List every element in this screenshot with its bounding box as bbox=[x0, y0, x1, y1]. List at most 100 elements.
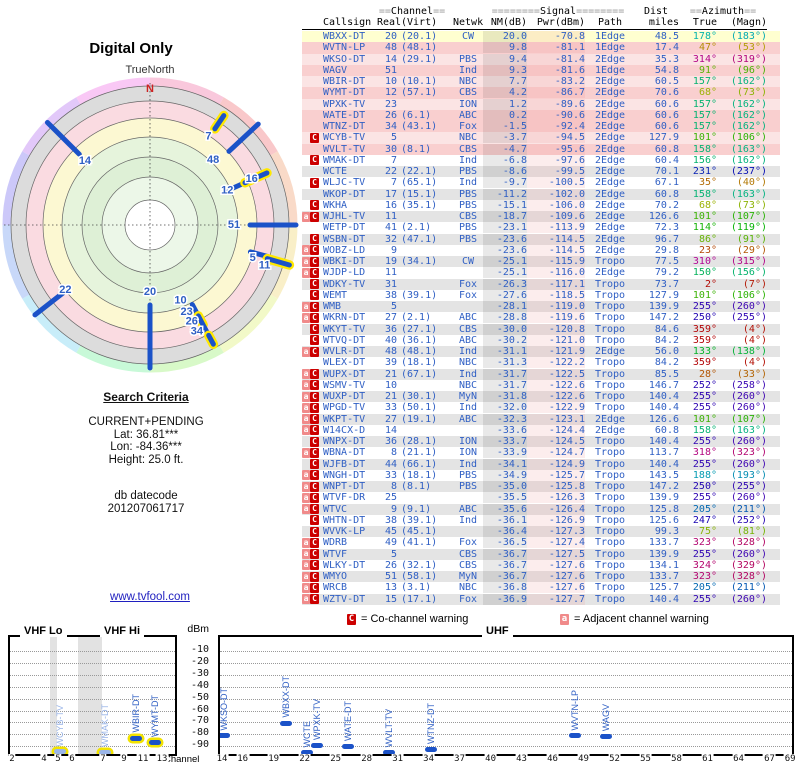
db-datecode-value: 201207061717 bbox=[107, 502, 185, 515]
cell-distance: 73.7 bbox=[654, 278, 679, 290]
cell-callsign: W14CX-D bbox=[323, 424, 366, 436]
cell-callsign: WUPX-DT bbox=[323, 368, 366, 380]
cell-magnetic-azimuth: (106°) bbox=[730, 132, 767, 144]
cell-noise-margin: -35.6 bbox=[483, 503, 527, 515]
tvfool-link[interactable]: www.tvfool.com bbox=[50, 591, 250, 603]
radar-channel-label: 14 bbox=[79, 155, 92, 167]
station-bar-label: WBXX-DT bbox=[280, 676, 291, 718]
cell-true-azimuth: 255° bbox=[692, 492, 717, 504]
cell-callsign: WNPX-DT bbox=[323, 436, 366, 448]
cell-noise-margin: -36.5 bbox=[483, 537, 527, 549]
table-row: WAGV 51 Ind 9.3 -81.6 1Edge 54.8 91° (96°) bbox=[302, 64, 780, 76]
channel-tick-label: 14 bbox=[215, 754, 229, 764]
adjacent-channel-warning-icon: a bbox=[560, 614, 569, 625]
table-row: WVTN-LP 48 (48.1) 9.8 -81.1 1Edge 17.4 47° (53°) bbox=[302, 42, 780, 54]
cell-power: -119.0 bbox=[527, 301, 585, 313]
co-channel-warning-marker bbox=[310, 43, 319, 53]
channel-tick-label: 55 bbox=[639, 754, 652, 764]
cell-noise-margin: -27.6 bbox=[483, 289, 527, 301]
cell-noise-margin: -31.7 bbox=[483, 379, 527, 391]
station-bar-label: WBIR-DT bbox=[130, 694, 141, 733]
cell-real-channel: 11 bbox=[384, 211, 397, 223]
cell-noise-margin: -23.1 bbox=[483, 222, 527, 234]
table-row: a C WNGH-DT 33 (18.1) PBS -34.9 -125.7 Tropo 143.… bbox=[302, 469, 780, 481]
cell-noise-margin: -4.7 bbox=[483, 143, 527, 155]
cell-power: -81.1 bbox=[527, 42, 585, 54]
cell-real-channel: 25 bbox=[384, 492, 397, 504]
table-row: WPXK-TV 23 ION 1.2 -89.6 2Edge 60.6 157° (162°) bbox=[302, 98, 780, 110]
cell-magnetic-azimuth: (328°) bbox=[730, 537, 767, 549]
cell-true-azimuth: 150° bbox=[692, 267, 717, 279]
cell-network: ABC bbox=[458, 109, 478, 121]
table-rows: WBXX-DT 20 (20.1) CW 20.0 -70.8 1Edge 48.5 178° (… bbox=[302, 31, 780, 605]
cell-power: -81.6 bbox=[527, 64, 585, 76]
cell-callsign: WKSO-DT bbox=[323, 53, 366, 65]
cell-real-channel: 14 bbox=[384, 53, 397, 65]
cell-path: Tropo bbox=[594, 256, 626, 268]
co-channel-warning-marker: C bbox=[310, 132, 319, 143]
cell-network: Fox bbox=[458, 593, 478, 605]
cell-real-channel: 10 bbox=[384, 76, 397, 88]
cell-network: Fox bbox=[458, 278, 478, 290]
adjacent-warning-marker: a bbox=[302, 504, 310, 515]
co-channel-warning-label: = Co-channel warning bbox=[361, 613, 469, 625]
cell-callsign: WLEX-DT bbox=[323, 357, 366, 369]
cell-path: Tropo bbox=[594, 559, 626, 571]
cell-path: Tropo bbox=[594, 301, 626, 313]
cell-noise-margin: 4.2 bbox=[483, 87, 527, 99]
cell-virtual-channel: (18.1) bbox=[401, 469, 438, 481]
cell-noise-margin: -34.1 bbox=[483, 458, 527, 470]
channel-tick-label: 6 bbox=[68, 754, 76, 764]
adjacent-warning-marker: a bbox=[302, 256, 310, 267]
cell-power: -127.7 bbox=[527, 593, 585, 605]
co-channel-warning-marker: C bbox=[310, 526, 319, 537]
cell-distance: 48.5 bbox=[654, 31, 679, 43]
cell-callsign: WTNZ-DT bbox=[323, 121, 366, 133]
adjacent-warning-marker: a bbox=[302, 245, 310, 256]
channel-tick-label: 19 bbox=[267, 754, 281, 764]
cell-distance: 125.7 bbox=[648, 582, 679, 594]
cell-network: CBS bbox=[458, 559, 478, 571]
cell-power: -114.5 bbox=[527, 233, 585, 245]
cell-callsign: WVLR-DT bbox=[323, 346, 366, 358]
cell-true-azimuth: 255° bbox=[692, 593, 717, 605]
co-channel-warning-marker bbox=[310, 110, 319, 120]
cell-virtual-channel: (3.1) bbox=[401, 582, 432, 594]
adjacent-warning-marker bbox=[302, 99, 310, 109]
cell-path: 2Edge bbox=[594, 346, 626, 358]
cell-callsign: WMB bbox=[323, 301, 342, 313]
cell-callsign: WBNA-DT bbox=[323, 447, 366, 459]
signal-bar bbox=[424, 746, 437, 752]
channel-tick-label: 11 bbox=[136, 754, 150, 764]
cell-power: -94.5 bbox=[527, 132, 585, 144]
co-channel-warning-marker: C bbox=[310, 470, 319, 481]
channel-tick-label: 43 bbox=[515, 754, 528, 764]
cell-network: CBS bbox=[458, 143, 478, 155]
cell-path: Tropo bbox=[594, 548, 626, 560]
cell-path: Tropo bbox=[594, 593, 626, 605]
cell-path: Tropo bbox=[594, 481, 626, 493]
cell-callsign: WKOP-DT bbox=[323, 188, 366, 200]
cell-network: PBS bbox=[458, 53, 478, 65]
cell-network: Ind bbox=[458, 346, 478, 358]
cell-real-channel: 20 bbox=[384, 31, 397, 43]
cell-magnetic-azimuth: (4°) bbox=[742, 323, 767, 335]
cell-network: PBS bbox=[458, 481, 478, 493]
cell-noise-margin: -33.7 bbox=[483, 436, 527, 448]
table-row: a C WLKY-DT 26 (32.1) CBS -36.7 -127.6 Tropo 134.… bbox=[302, 559, 780, 571]
cell-noise-margin: -36.7 bbox=[483, 571, 527, 583]
adjacent-warning-marker bbox=[302, 279, 310, 289]
cell-magnetic-azimuth: (4°) bbox=[742, 357, 767, 369]
cell-true-azimuth: 157° bbox=[692, 98, 717, 110]
co-channel-warning-marker bbox=[310, 144, 319, 154]
cell-magnetic-azimuth: (96°) bbox=[736, 64, 767, 76]
cell-noise-margin: -1.5 bbox=[483, 121, 527, 133]
cell-callsign: WJHL-TV bbox=[323, 211, 366, 223]
cell-path: Tropo bbox=[594, 402, 626, 414]
cell-magnetic-azimuth: (211°) bbox=[730, 503, 767, 515]
cell-magnetic-azimuth: (260°) bbox=[730, 548, 767, 560]
adjacent-warning-marker bbox=[302, 234, 310, 244]
cell-magnetic-azimuth: (260°) bbox=[730, 492, 767, 504]
cell-distance: 125.8 bbox=[648, 503, 679, 515]
cell-true-azimuth: 133° bbox=[692, 346, 717, 358]
